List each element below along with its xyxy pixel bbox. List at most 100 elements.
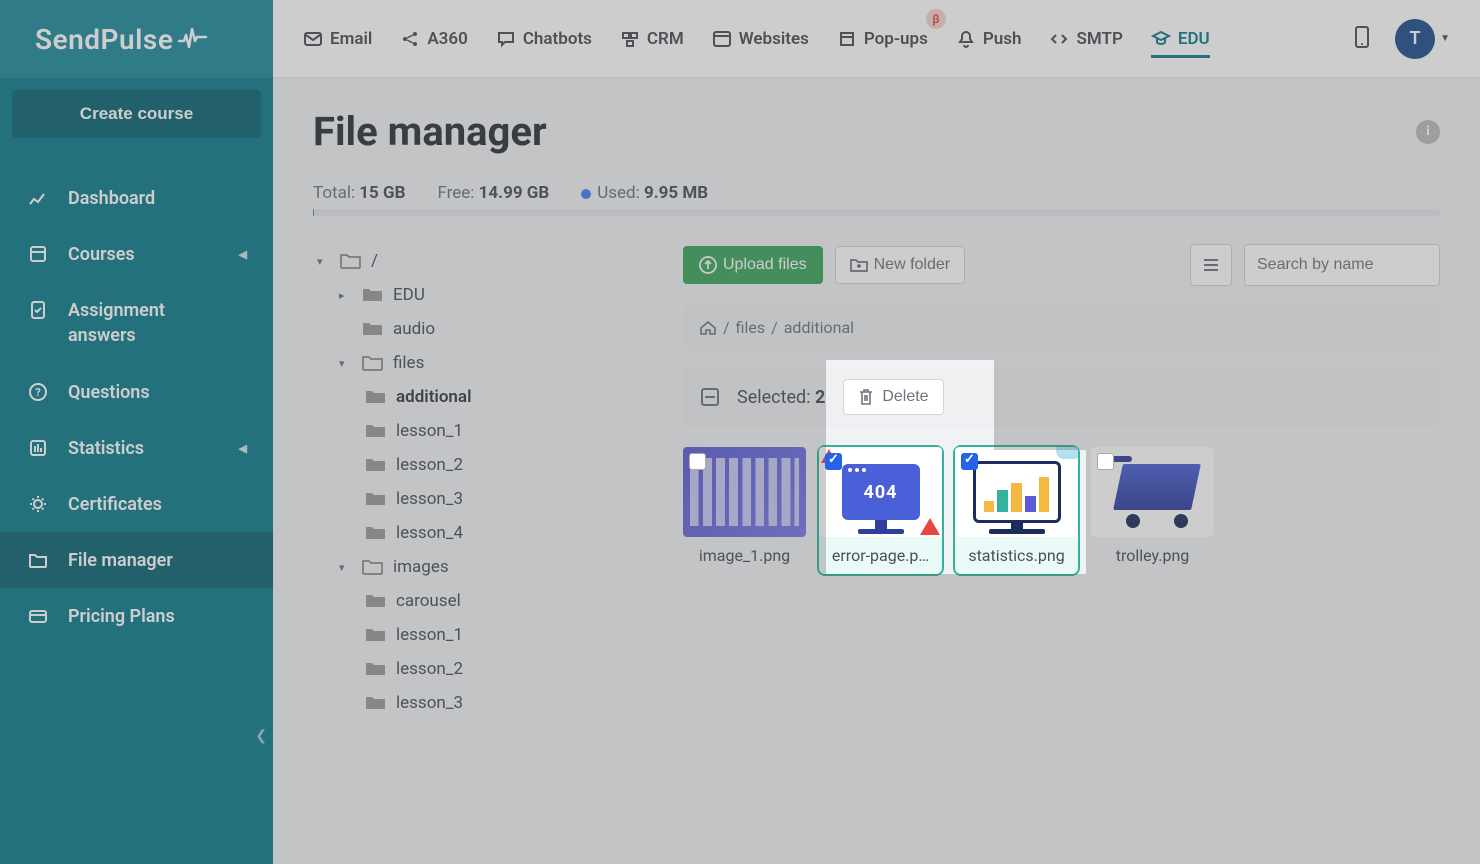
gear-icon [26, 492, 50, 516]
tree-label: lesson_2 [396, 455, 463, 475]
file-card[interactable]: image_1.png [683, 447, 806, 574]
search-input[interactable] [1244, 244, 1440, 286]
tree-row[interactable]: lesson_1 [313, 414, 673, 448]
chart-icon [26, 186, 50, 210]
file-thumb: 404 [819, 447, 942, 537]
folder-icon [365, 456, 387, 474]
topnav-email[interactable]: Email [303, 23, 372, 55]
folder-icon [365, 490, 387, 508]
file-name: error-page.p… [819, 537, 942, 574]
sidebar-item-certificates[interactable]: Certificates [0, 476, 273, 532]
sidebar-item-file-manager[interactable]: File manager [0, 532, 273, 588]
brand-name: SendPulse [35, 23, 173, 56]
list-icon [1202, 257, 1220, 273]
used-dot-icon [581, 189, 591, 199]
storage-used: 9.95 MB [644, 183, 708, 203]
info-icon[interactable]: i [1416, 120, 1440, 144]
chevron-down-icon: ▾ [317, 255, 331, 268]
tree-row[interactable]: lesson_3 [313, 482, 673, 516]
home-icon[interactable] [699, 320, 717, 336]
sidebar-item-questions[interactable]: ? Questions [0, 364, 273, 420]
topnav-crm[interactable]: CRM [620, 23, 684, 55]
topnav-a360[interactable]: A360 [400, 23, 467, 55]
chevron-left-icon: ◀ [239, 442, 247, 455]
warning-icon [920, 518, 940, 535]
folder-icon [365, 660, 387, 678]
tree-row[interactable]: lesson_2 [313, 652, 673, 686]
content: File manager i Total: 15 GB Free: 14.99 … [273, 78, 1480, 864]
mobile-icon[interactable] [1353, 25, 1371, 53]
file-card[interactable]: statistics.png [955, 447, 1078, 574]
file-checkbox[interactable] [825, 453, 842, 470]
sidebar-collapse-toggle[interactable]: ❮ [255, 728, 267, 744]
sidebar-item-statistics[interactable]: Statistics ◀ [0, 420, 273, 476]
chevron-left-icon: ◀ [239, 248, 247, 261]
sidebar-item-dashboard[interactable]: Dashboard [0, 170, 273, 226]
sidebar-item-pricing-plans[interactable]: Pricing Plans [0, 588, 273, 644]
tree-row-root[interactable]: ▾/ [313, 244, 673, 278]
tree-row[interactable]: lesson_4 [313, 516, 673, 550]
sidebar-item-courses[interactable]: Courses ◀ [0, 226, 273, 282]
tree-row[interactable]: ▸EDU [313, 278, 673, 312]
topnav-label: Websites [739, 29, 809, 49]
tree-row[interactable]: ▾files [313, 346, 673, 380]
topnav-smtp[interactable]: SMTP [1049, 23, 1122, 55]
tree-row-active[interactable]: additional [313, 380, 673, 414]
folder-open-icon [362, 558, 384, 576]
topnav-popups[interactable]: Pop-upsβ [837, 23, 928, 55]
tree-label: lesson_1 [396, 625, 463, 645]
topnav-label: EDU [1178, 29, 1210, 49]
clipboard-icon [26, 298, 50, 322]
storage-free-label: Free: [437, 183, 474, 203]
tree-row[interactable]: lesson_1 [313, 618, 673, 652]
tree-label: lesson_3 [396, 489, 463, 509]
list-view-toggle[interactable] [1190, 244, 1232, 286]
folder-open-icon [340, 252, 362, 270]
bc-part[interactable]: additional [784, 318, 854, 337]
sidebar-item-assignment-answers[interactable]: Assignment answers [0, 282, 273, 364]
new-folder-button[interactable]: New folder [835, 246, 965, 284]
search-box [1244, 244, 1440, 286]
file-checkbox[interactable] [961, 453, 978, 470]
file-grid: image_1.png 404 error-page.p… [683, 447, 1440, 574]
topnav-chatbots[interactable]: Chatbots [496, 23, 592, 55]
button-label: Upload files [723, 256, 807, 274]
sidebar: SendPulse Create course Dashboard Course… [0, 0, 273, 864]
folder-icon [365, 592, 387, 610]
popup-icon [837, 29, 857, 49]
tree-row[interactable]: carousel [313, 584, 673, 618]
tree-label: lesson_3 [396, 693, 463, 713]
folder-icon [365, 626, 387, 644]
create-course-button[interactable]: Create course [12, 90, 261, 138]
storage-used-label: Used: [597, 183, 640, 203]
sidebar-label: Pricing Plans [68, 606, 175, 627]
page-title: File manager [313, 108, 547, 155]
topnav-label: SMTP [1076, 29, 1122, 49]
file-checkbox[interactable] [1097, 453, 1114, 470]
crm-icon [620, 29, 640, 49]
tree-row[interactable]: ▾images [313, 550, 673, 584]
tree-label: EDU [393, 285, 425, 305]
folder-icon [365, 422, 387, 440]
tree-row[interactable]: audio [313, 312, 673, 346]
topnav-websites[interactable]: Websites [712, 23, 809, 55]
trash-icon [858, 388, 874, 406]
account-menu[interactable]: T ▼ [1395, 19, 1450, 59]
file-card[interactable]: trolley.png [1091, 447, 1214, 574]
delete-button[interactable]: Delete [843, 379, 943, 415]
brand-logo[interactable]: SendPulse [0, 0, 273, 78]
file-card[interactable]: 404 error-page.p… [819, 447, 942, 574]
upload-files-button[interactable]: Upload files [683, 246, 823, 284]
file-name: statistics.png [955, 537, 1078, 574]
bc-part[interactable]: files [736, 318, 766, 337]
tree-label: files [393, 353, 424, 373]
file-thumb [683, 447, 806, 537]
tree-label: lesson_4 [396, 523, 463, 543]
tree-row[interactable]: lesson_2 [313, 448, 673, 482]
tree-row[interactable]: lesson_3 [313, 686, 673, 720]
topnav-edu[interactable]: EDU [1151, 23, 1210, 58]
select-all-checkbox[interactable] [701, 388, 719, 406]
folder-tree: ▾/ ▸EDU audio ▾files additional lesson_1… [313, 244, 673, 720]
topnav-push[interactable]: Push [956, 23, 1022, 55]
file-checkbox[interactable] [689, 453, 706, 470]
